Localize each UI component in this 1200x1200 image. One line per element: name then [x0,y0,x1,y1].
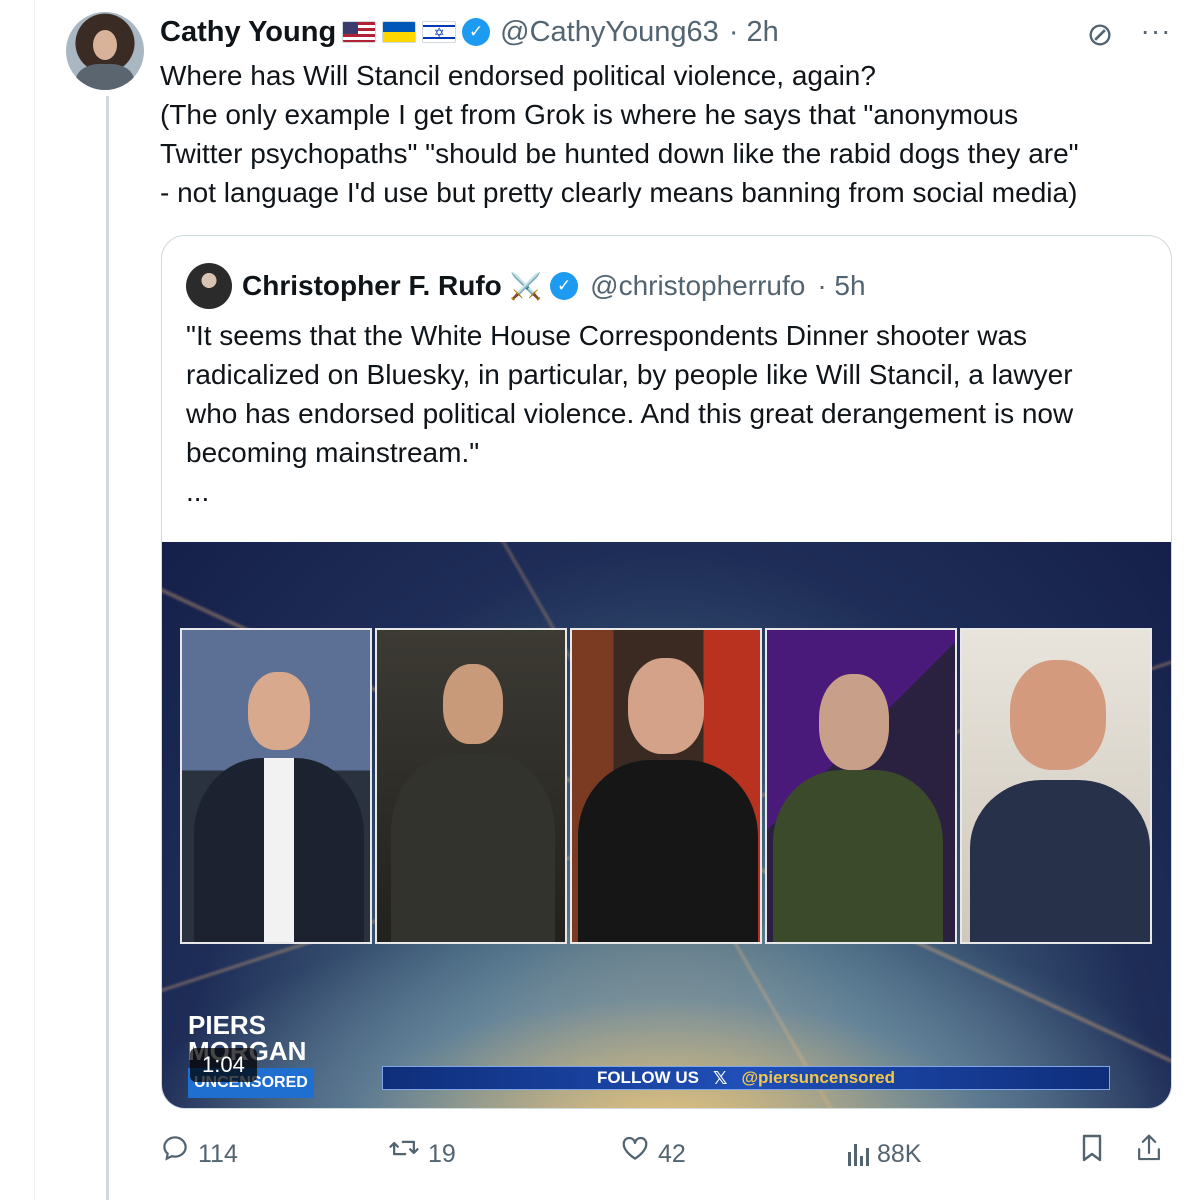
quoted-text-line: becoming mainstream." [186,437,480,468]
quoted-author-name: Christopher F. Rufo [242,270,502,301]
share-icon [1134,1132,1164,1177]
video-panel-guest-4 [960,628,1152,944]
quoted-tweet-card[interactable]: Christopher F. Rufo ⚔️ ✓ @christopherruf… [161,235,1172,1109]
quoted-tweet-text: "It seems that the White House Correspon… [186,316,1156,472]
reply-button[interactable]: 114 [160,1132,238,1176]
views-chart-icon [848,1142,869,1166]
video-panel-guest-1 [375,628,567,944]
video-player[interactable]: PIERS MORGAN UNCENSORED 1:04 FOLLOW US 𝕏… [162,542,1171,1108]
quoted-author-avatar [186,263,232,309]
avatar-body [76,64,134,90]
israel-flag-icon [422,21,457,43]
ticker-follow-text: FOLLOW US [596,1068,699,1087]
avatar-face [93,30,117,60]
quoted-text-line: "It seems that the White House Correspon… [186,320,1028,351]
verified-badge-icon: ✓ [550,272,579,300]
video-duration-badge: 1:04 [190,1048,257,1082]
thread-connector-line [106,96,109,1200]
crossed-swords-icon: ⚔️ [509,270,543,301]
grok-icon[interactable]: ⊘ [1082,16,1118,52]
reply-icon [160,1132,190,1176]
views-count: 88K [877,1139,922,1168]
quoted-tweet-header: Christopher F. Rufo ⚔️ ✓ @christopherruf… [186,263,866,309]
heart-icon [620,1132,650,1176]
more-options-icon[interactable]: ··· [1136,16,1176,52]
repost-icon [388,1132,420,1176]
bookmark-icon [1078,1132,1106,1177]
like-button[interactable]: 42 [620,1132,686,1176]
like-count: 42 [658,1139,686,1168]
tweet-text-line: - not language I'd use but pretty clearl… [160,177,1078,208]
repost-count: 19 [428,1139,456,1168]
ticker-handle: @piersuncensored [741,1068,896,1087]
tweet-timestamp[interactable]: · 2h [729,16,779,49]
x-logo-icon: 𝕏 [712,1067,728,1088]
tweet-text-line: Where has Will Stancil endorsed politica… [160,60,876,91]
tweet-header: Cathy Young ✓ @CathyYoung63 · 2h [160,12,779,52]
bookmark-button[interactable] [1078,1132,1106,1176]
video-panel-guest-3 [765,628,957,944]
quoted-text-line: who has endorsed political violence. And… [186,398,1074,429]
video-ticker: FOLLOW US 𝕏 @piersuncensored [382,1066,1110,1090]
repost-button[interactable]: 19 [388,1132,456,1176]
ukraine-flag-icon [382,21,417,43]
author-handle[interactable]: @CathyYoung63 [500,16,719,49]
tweet-text-line: (The only example I get from Grok is whe… [160,99,1019,130]
timeline-border [34,0,35,1200]
quoted-author-handle: @christopherrufo [590,270,806,301]
video-panel-host [180,628,372,944]
views-button[interactable]: 88K [848,1132,921,1176]
reply-count: 114 [198,1139,238,1168]
tweet-text: Where has Will Stancil endorsed politica… [160,56,1160,212]
quoted-tweet-timestamp: · 5h [817,270,866,301]
action-bar: 114 19 42 88K [160,1132,1180,1176]
author-name[interactable]: Cathy Young [160,16,336,49]
show-logo-line: PIERS [188,1010,267,1040]
share-button[interactable] [1134,1132,1164,1176]
avatar[interactable] [66,12,144,90]
quoted-text-line: radicalized on Bluesky, in particular, b… [186,359,1073,390]
video-panel-guest-2 [570,628,762,944]
us-flag-icon [342,21,377,43]
tweet-text-line: Twitter psychopaths" "should be hunted d… [160,138,1079,169]
quoted-text-ellipsis: ... [186,476,210,507]
verified-badge-icon[interactable]: ✓ [462,18,491,46]
